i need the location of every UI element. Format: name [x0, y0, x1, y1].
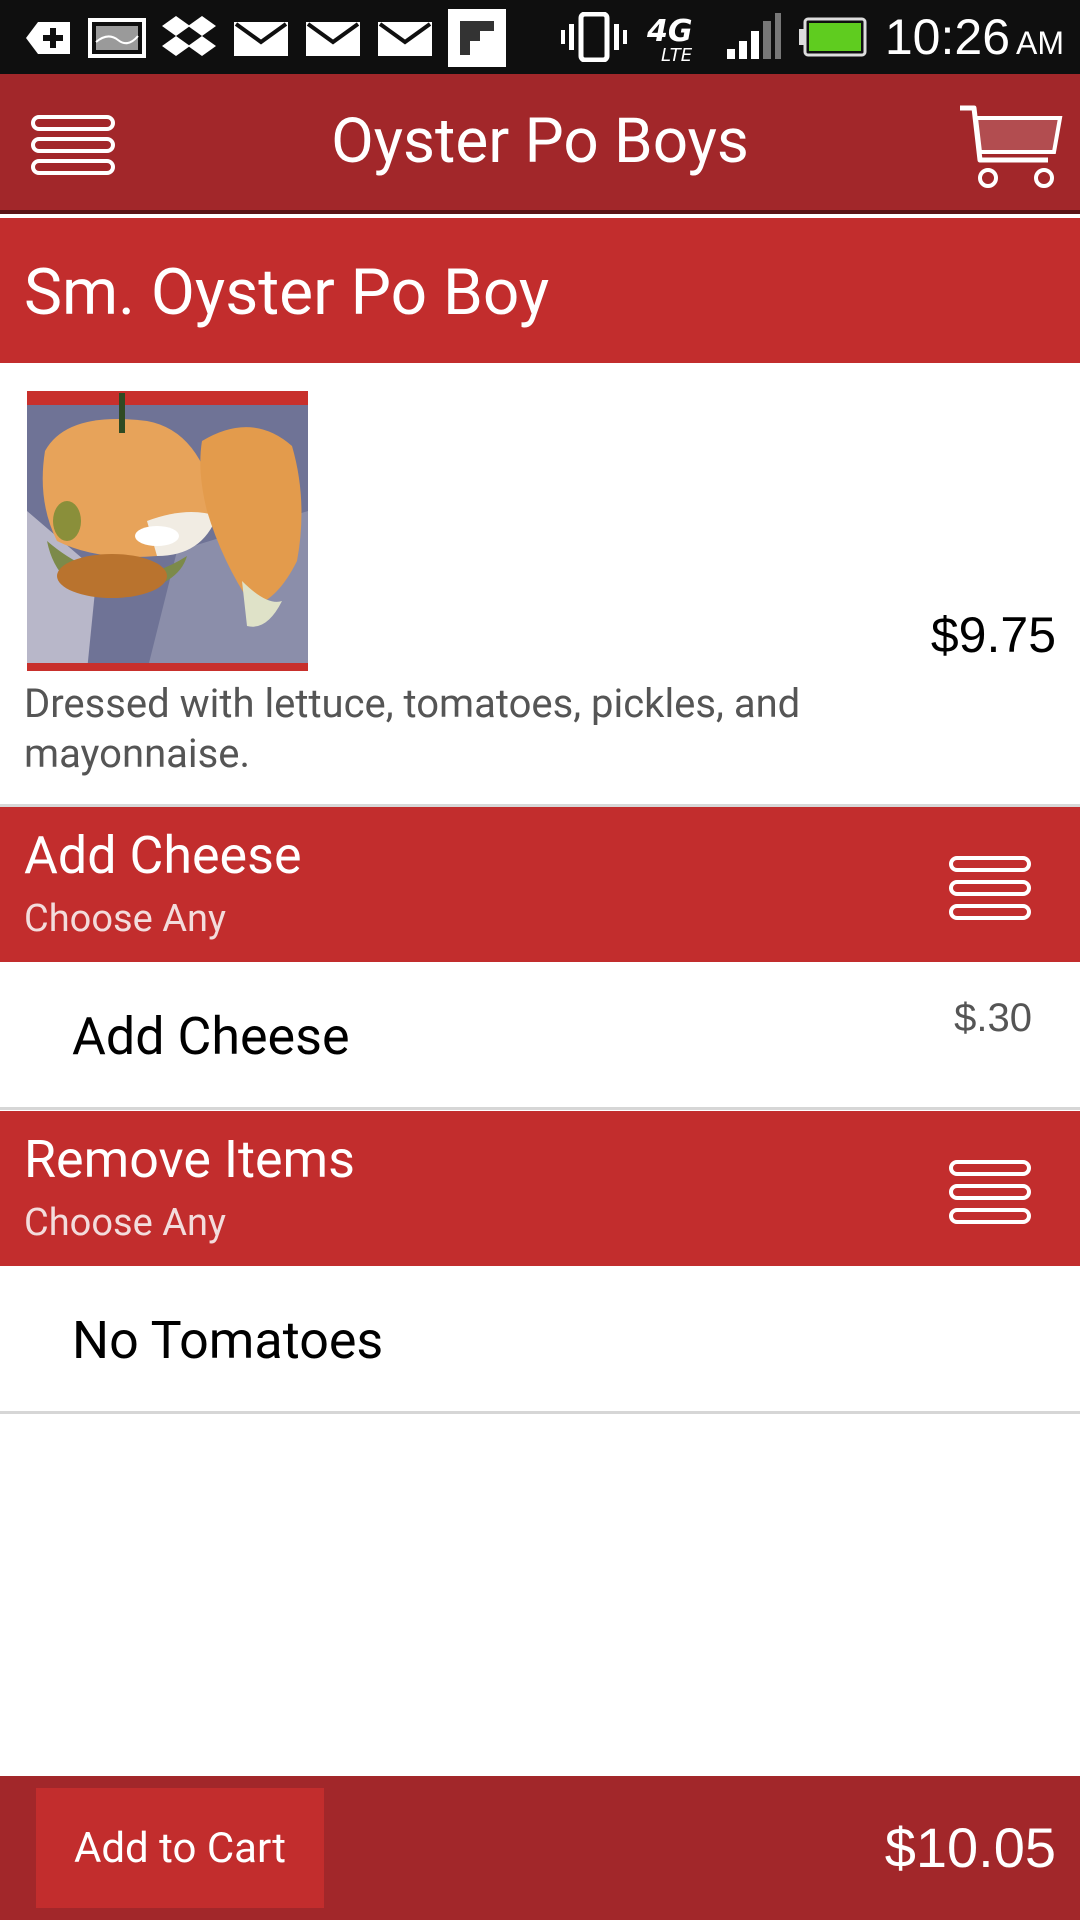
flipboard-icon [448, 9, 506, 67]
clock-ampm: AM [1016, 25, 1064, 61]
signal-icon [726, 13, 781, 59]
option-row-add-cheese[interactable]: Add Cheese $.30 [0, 962, 1080, 1110]
product-details: $9.75 Dressed with lettuce, tomatoes, pi… [0, 363, 1080, 807]
mail-icon [378, 22, 432, 56]
option-group-header-add-cheese[interactable]: Add Cheese Choose Any [0, 807, 1080, 962]
dropbox-icon [162, 16, 216, 56]
bottom-bar: Add to Cart $10.05 [0, 1776, 1080, 1920]
list-icon[interactable] [948, 1159, 1032, 1225]
product-description: Dressed with lettuce, tomatoes, pickles,… [24, 680, 801, 777]
option-group-subtitle: Choose Any [24, 897, 226, 941]
status-bar: 4G LTE 10:26 AM [0, 0, 1080, 74]
image-icon [88, 18, 146, 58]
plus-box-icon [26, 22, 70, 54]
order-total: $10.05 [884, 1816, 1056, 1879]
system-icons: 4G LTE 10:26 AM [560, 0, 1064, 74]
option-group-title: Remove Items [24, 1129, 355, 1190]
shopping-cart-icon[interactable] [956, 102, 1066, 192]
clock: 10:26 AM [885, 8, 1064, 66]
battery-icon [798, 17, 867, 57]
4g-lte-icon: 4G LTE [646, 14, 693, 63]
product-name: Sm. Oyster Po Boy [0, 218, 1080, 363]
option-group-header-remove-items[interactable]: Remove Items Choose Any [0, 1111, 1080, 1266]
product-price: $9.75 [930, 607, 1056, 663]
option-label: Add Cheese [72, 1006, 350, 1067]
option-group-subtitle: Choose Any [24, 1201, 226, 1245]
notification-icons [22, 9, 506, 67]
action-bar: Oyster Po Boys [0, 74, 1080, 214]
mail-icon [234, 22, 288, 56]
vibrate-icon [560, 12, 627, 62]
add-to-cart-button[interactable]: Add to Cart [36, 1788, 324, 1908]
svg-text:4G: 4G [646, 14, 693, 49]
option-row-no-tomatoes[interactable]: No Tomatoes [0, 1266, 1080, 1414]
option-label: No Tomatoes [72, 1310, 384, 1371]
option-price: $.30 [954, 996, 1032, 1040]
list-icon[interactable] [948, 855, 1032, 921]
svg-text:LTE: LTE [661, 45, 693, 63]
page-title: Oyster Po Boys [331, 105, 749, 178]
clock-time: 10:26 [884, 9, 1010, 65]
option-group-title: Add Cheese [24, 825, 302, 886]
product-image [27, 391, 308, 671]
mail-icon [306, 22, 360, 56]
